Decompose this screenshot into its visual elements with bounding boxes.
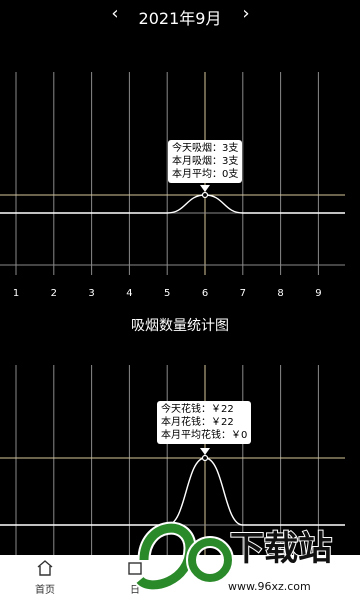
watermark-text: 下载站 bbox=[230, 529, 332, 569]
x-tick-label: 9 bbox=[315, 288, 321, 299]
x-tick-label: 1 bbox=[13, 288, 19, 299]
month-header: ‹ 2021年9月 › bbox=[0, 0, 360, 30]
x-tick-label: 3 bbox=[88, 288, 94, 299]
tab-home-label: 首页 bbox=[35, 585, 55, 596]
tooltip-line: 今天花钱：￥22 bbox=[161, 404, 234, 415]
x-tick-label: 8 bbox=[277, 288, 283, 299]
x-tick-label: 4 bbox=[126, 288, 132, 299]
highlight-point bbox=[201, 454, 209, 462]
series-line bbox=[0, 194, 345, 214]
x-tick-label: 2 bbox=[51, 288, 57, 299]
chart-section-title: 吸烟数量统计图 bbox=[131, 318, 229, 334]
chevron-right-icon[interactable]: › bbox=[236, 4, 256, 24]
month-label: 2021年9月 bbox=[138, 9, 222, 28]
home-icon bbox=[0, 559, 90, 581]
tooltip-line: 本月平均花钱：￥0 bbox=[161, 430, 248, 441]
smoking-tooltip: 今天吸烟：3支 本月吸烟：3支 本月平均：0支 bbox=[168, 140, 243, 183]
tooltip-line: 今天吸烟：3支 bbox=[172, 143, 239, 154]
x-tick-label: 6 bbox=[202, 288, 208, 299]
highlight-point bbox=[201, 191, 209, 199]
spending-tooltip: 今天花钱：￥22 本月花钱：￥22 本月平均花钱：￥0 bbox=[157, 401, 252, 444]
watermark-logo: 下载站 www.96xz.com bbox=[135, 521, 333, 593]
tooltip-line: 本月平均：0支 bbox=[172, 169, 239, 180]
x-tick-label: 7 bbox=[240, 288, 246, 299]
tab-home[interactable]: 首页 bbox=[0, 555, 90, 600]
tooltip-pointer bbox=[200, 448, 210, 455]
tooltip-line: 本月花钱：￥22 bbox=[161, 417, 234, 428]
watermark-url: www.96xz.com bbox=[228, 580, 311, 593]
tooltip-line: 本月吸烟：3支 bbox=[172, 156, 239, 167]
tooltip-pointer bbox=[200, 185, 210, 192]
x-tick-label: 5 bbox=[164, 288, 170, 299]
